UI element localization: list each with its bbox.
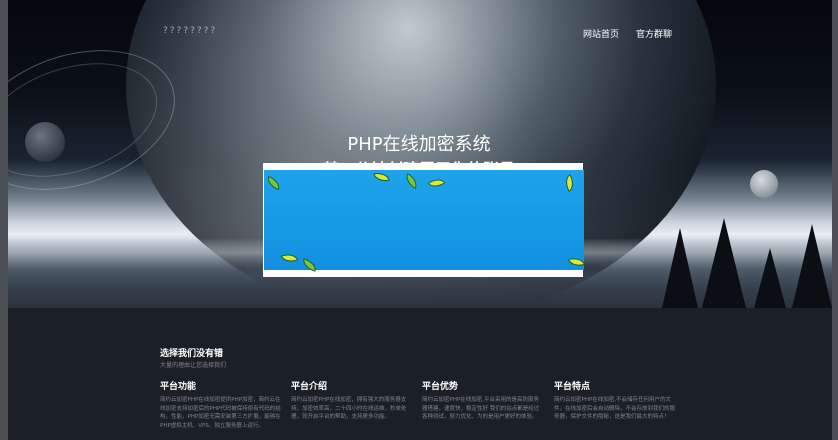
- leaf-banner: [263, 163, 586, 277]
- leaf-icon: [567, 255, 586, 269]
- feature-title: 平台功能: [160, 382, 197, 392]
- nav-group-chat-link[interactable]: 官方群聊: [636, 27, 672, 40]
- feature-text: 简约云加密PHP在线加密,平台采用的是高防服务器搭建，速度快，稳定性好 我们的站…: [422, 397, 540, 420]
- feature-title: 平台特点: [554, 382, 591, 392]
- feature-column: 平台优势 简约云加密PHP在线加密,平台采用的是高防服务器搭建，速度快，稳定性好…: [422, 379, 544, 422]
- feature-title: 平台优势: [422, 382, 459, 392]
- leaf-icon: [300, 258, 319, 272]
- feature-text: 简约云加密PHP在线加密提供PHP加密，简约云在线加密支持加密后的PHP代码被保…: [160, 397, 281, 429]
- leaf-icon: [373, 170, 390, 184]
- leaf-icon: [402, 172, 421, 190]
- top-nav: 网站首页 官方群聊: [583, 27, 672, 40]
- feature-column: 平台介绍 简约云加密PHP在线加密，拥有强大的服务器支持，加密效率高，二十四小时…: [291, 379, 413, 422]
- feature-text: 简约云加密PHP在线加密，拥有强大的服务器支持，加密效率高，二十四小时在线运维，…: [291, 397, 407, 420]
- hero-title: PHP在线加密系统: [347, 134, 491, 155]
- section-title: 选择我们没有错: [160, 349, 224, 359]
- banner-sky: [264, 170, 586, 272]
- feature-title: 平台介绍: [291, 382, 328, 392]
- page-frame: ???????? 网站首页 官方群聊 PHP在线加密系统 某一分钟创建属于你的账…: [0, 0, 838, 440]
- leaf-icon: [264, 175, 283, 191]
- feature-column: 平台特点 简约云加密PHP在线加密,不会储存任何用户的文件，在线加密后会自动删除…: [554, 379, 676, 422]
- feature-column: 平台功能 简约云加密PHP在线加密提供PHP加密，简约云在线加密支持加密后的PH…: [160, 379, 282, 430]
- leaf-icon: [280, 250, 299, 266]
- leaf-icon: [561, 174, 578, 192]
- site-logo[interactable]: ????????: [163, 26, 217, 36]
- pine-trees: [662, 218, 832, 308]
- feature-text: 简约云加密PHP在线加密,不会储存任何用户的文件，在线加密后会自动删除，不会存放…: [554, 397, 676, 420]
- leaf-icon: [427, 174, 446, 192]
- main-section: [8, 308, 832, 440]
- nav-home-link[interactable]: 网站首页: [583, 27, 619, 40]
- section-subtitle: 大量的理由让您选择我们: [160, 362, 227, 369]
